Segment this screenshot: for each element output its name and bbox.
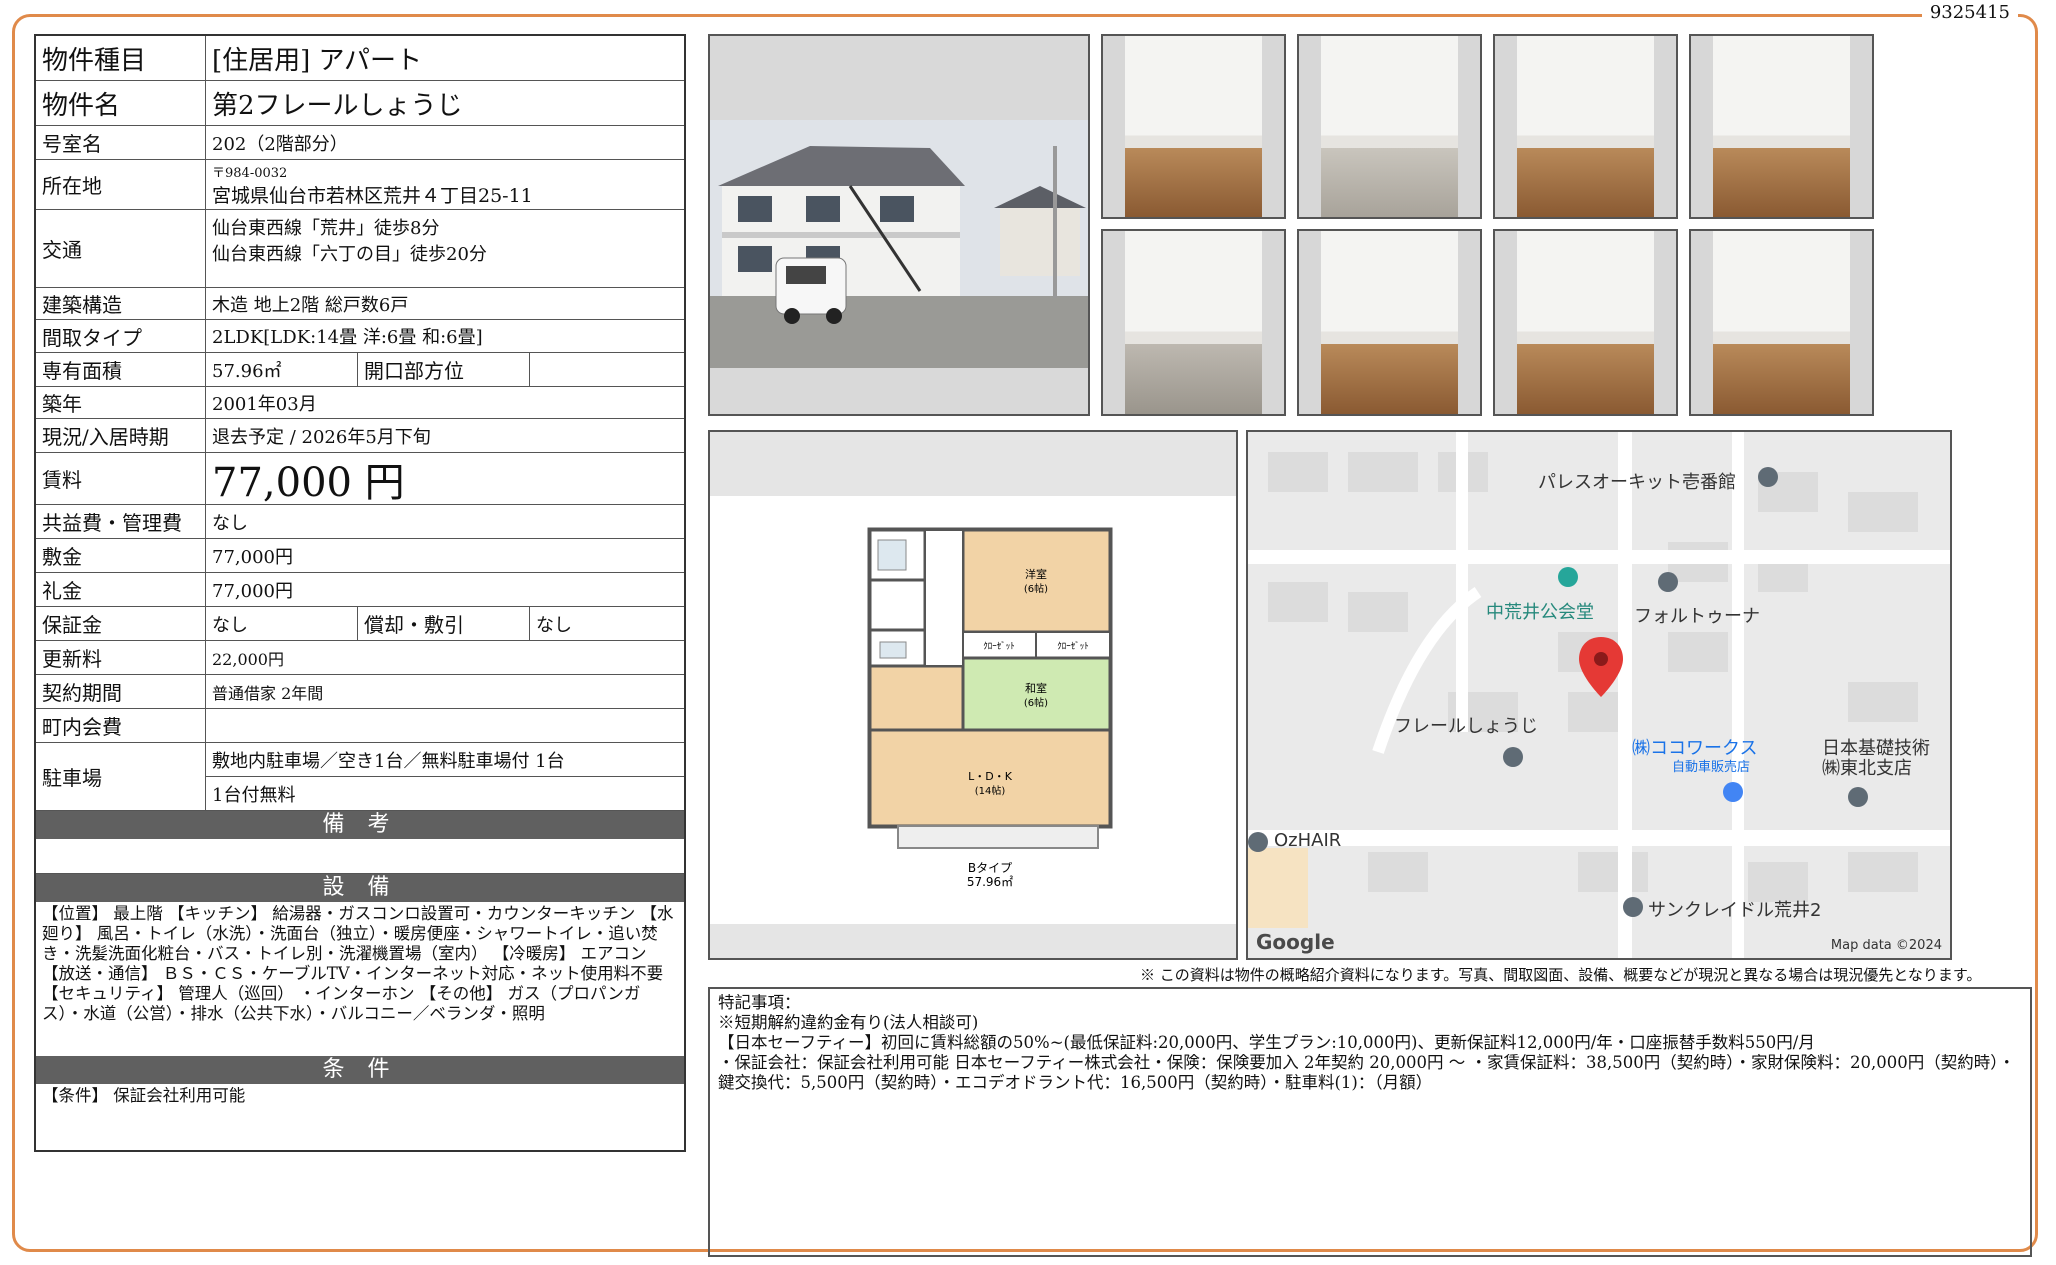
name-label: 物件名 <box>36 81 206 125</box>
status-value: 退去予定 / 2026年5月下旬 <box>212 426 431 448</box>
interior-photo-3 <box>1493 34 1678 219</box>
map-label-4: フレールしょうじ <box>1394 716 1538 737</box>
conditions-text: 【条件】 保証会社利用可能 <box>42 1086 246 1105</box>
deposit-value: 77,000円 <box>212 546 293 568</box>
contract-value: 普通借家 2年間 <box>212 683 324 703</box>
layout-label: 間取タイプ <box>36 320 206 352</box>
conditions-header: 条 件 <box>36 1056 684 1084</box>
map-label-10: サンクレイドル荒井2 <box>1648 900 1822 921</box>
layout-value: 2LDK[LDK:14畳 洋:6畳 和:6畳] <box>212 327 483 348</box>
interior-photo-4 <box>1689 34 1874 219</box>
renewal-label: 更新料 <box>36 641 206 674</box>
remarks-body <box>36 839 684 874</box>
room-value: 202（2階部分） <box>212 133 348 155</box>
interior-photo-5 <box>1101 229 1286 416</box>
room-label: 号室名 <box>36 126 206 159</box>
built-label: 築年 <box>36 387 206 418</box>
town-fee-value <box>206 709 684 742</box>
interior-photo-2 <box>1297 34 1482 219</box>
property-table: 物件種目 [住居用] アパート 物件名 第2フレールしょうじ 号室名 202（2階部分… <box>34 34 686 1152</box>
contract-label: 契約期間 <box>36 675 206 708</box>
access-label: 交通 <box>36 210 206 287</box>
equipment-text: 【位置】 最上階 【キッチン】 給湯器・ガスコンロ設置可・カウンターキッチン 【… <box>42 904 674 1023</box>
special-notes-line-3: ・保証会社：保証会社利用可能 日本セーフティー株式会社・保険：保険要加入 2年契… <box>718 1053 2015 1092</box>
parking-line-2: 1台付無料 <box>212 784 296 806</box>
map-label-2: 中荒井公会堂 <box>1486 602 1594 623</box>
interior-photo-7 <box>1493 229 1678 416</box>
map-label-3: フォルトゥーナ <box>1634 606 1760 627</box>
postal-code: 〒984-0032 <box>212 165 288 181</box>
interior-photo-1 <box>1101 34 1286 219</box>
guarantee-value: なし <box>206 607 358 640</box>
western-room-label: 洋室 <box>1025 567 1047 581</box>
document-id: 9325415 <box>1921 2 2018 23</box>
built-value: 2001年03月 <box>212 393 317 415</box>
access-line-1: 仙台東西線「荒井」徒歩8分 <box>212 218 440 239</box>
access-line-2: 仙台東西線「六丁の目」徒歩20分 <box>212 244 487 265</box>
address-value: 宮城県仙台市若林区荒井４丁目25-11 <box>212 184 533 207</box>
closet-label-2: ｸﾛｰｾﾞｯﾄ <box>1057 641 1089 652</box>
special-notes-line-2: 【日本セーフティー】初回に賃料総額の50%~(最低保証料:20,000円、学生プ… <box>718 1033 1815 1052</box>
name-value: 第2フレールしょうじ <box>212 90 463 121</box>
svg-text:(14帖): (14帖) <box>975 784 1006 797</box>
map-label-9: OzHAIR <box>1274 830 1342 851</box>
svg-text:(6帖): (6帖) <box>1024 582 1048 595</box>
guarantee-label: 保証金 <box>36 607 206 640</box>
address-label: 所在地 <box>36 160 206 209</box>
google-logo: Google <box>1256 930 1335 954</box>
amortization-value: なし <box>536 614 572 636</box>
facing-value <box>530 353 684 386</box>
floor-plan-drawing: 洋室 (6帖) ｸﾛｰｾﾞｯﾄ ｸﾛｰｾﾞｯﾄ 和室 (6帖) L・D・K (1… <box>708 430 1238 960</box>
deposit-label: 敷金 <box>36 539 206 572</box>
status-label: 現況/入居時期 <box>36 419 206 452</box>
facing-label: 開口部方位 <box>358 353 530 386</box>
structure-label: 建築構造 <box>36 288 206 319</box>
special-notes-line-1: ※短期解約違約金有り(法人相談可) <box>718 1013 979 1032</box>
rent-value: 77,000 円 <box>212 459 405 506</box>
map-label-1: パレスオーキット壱番館 <box>1538 472 1736 493</box>
floor-plan-area: 57.96㎡ <box>967 875 1013 889</box>
structure-value: 木造 地上2階 総戸数6戸 <box>212 294 409 316</box>
closet-label-1: ｸﾛｰｾﾞｯﾄ <box>983 641 1015 652</box>
svg-text:(6帖): (6帖) <box>1024 696 1048 709</box>
special-notes-title: 特記事項： <box>718 993 801 1012</box>
map-label-8: ㈱東北支店 <box>1822 758 1912 779</box>
amortization-label: 償却・敷引 <box>358 607 530 640</box>
town-fee-label: 町内会費 <box>36 709 206 742</box>
map-data-credit: Map data ©2024 <box>1830 938 1942 953</box>
equipment-header: 設 備 <box>36 874 684 902</box>
area-value: 57.96㎡ <box>206 353 358 386</box>
type-label: 物件種目 <box>36 36 206 80</box>
remarks-header: 備 考 <box>36 811 684 839</box>
parking-line-1: 敷地内駐車場／空き1台／無料駐車場付 1台 <box>206 743 684 777</box>
interior-photo-8 <box>1689 229 1874 416</box>
area-label: 専有面積 <box>36 353 206 386</box>
exterior-photo <box>708 34 1090 416</box>
special-notes: 特記事項： ※短期解約違約金有り(法人相談可) 【日本セーフティー】初回に賃料総… <box>708 987 2032 1257</box>
rent-label: 賃料 <box>36 453 206 504</box>
location-map[interactable]: パレスオーキット壱番館 中荒井公会堂 フォルトゥーナ フレールしょうじ ㈱ココワ… <box>1246 430 1952 960</box>
interior-photo-6 <box>1297 229 1482 416</box>
fee-label: 共益費・管理費 <box>36 505 206 538</box>
japanese-room-label: 和室 <box>1025 681 1047 695</box>
floor-plan-type: Bタイプ <box>968 861 1012 875</box>
key-money-value: 77,000円 <box>212 580 293 602</box>
type-value: [住居用] アパート <box>212 45 423 76</box>
fee-value: なし <box>212 512 248 534</box>
map-label-6: 自動車販売店 <box>1672 760 1751 775</box>
disclaimer-note: ※ この資料は物件の概略紹介資料になります。写真、間取図面、設備、概要などが現況… <box>1140 966 1982 984</box>
parking-label: 駐車場 <box>36 743 206 810</box>
renewal-value: 22,000円 <box>212 649 284 669</box>
ldk-label: L・D・K <box>968 770 1013 783</box>
key-money-label: 礼金 <box>36 573 206 606</box>
